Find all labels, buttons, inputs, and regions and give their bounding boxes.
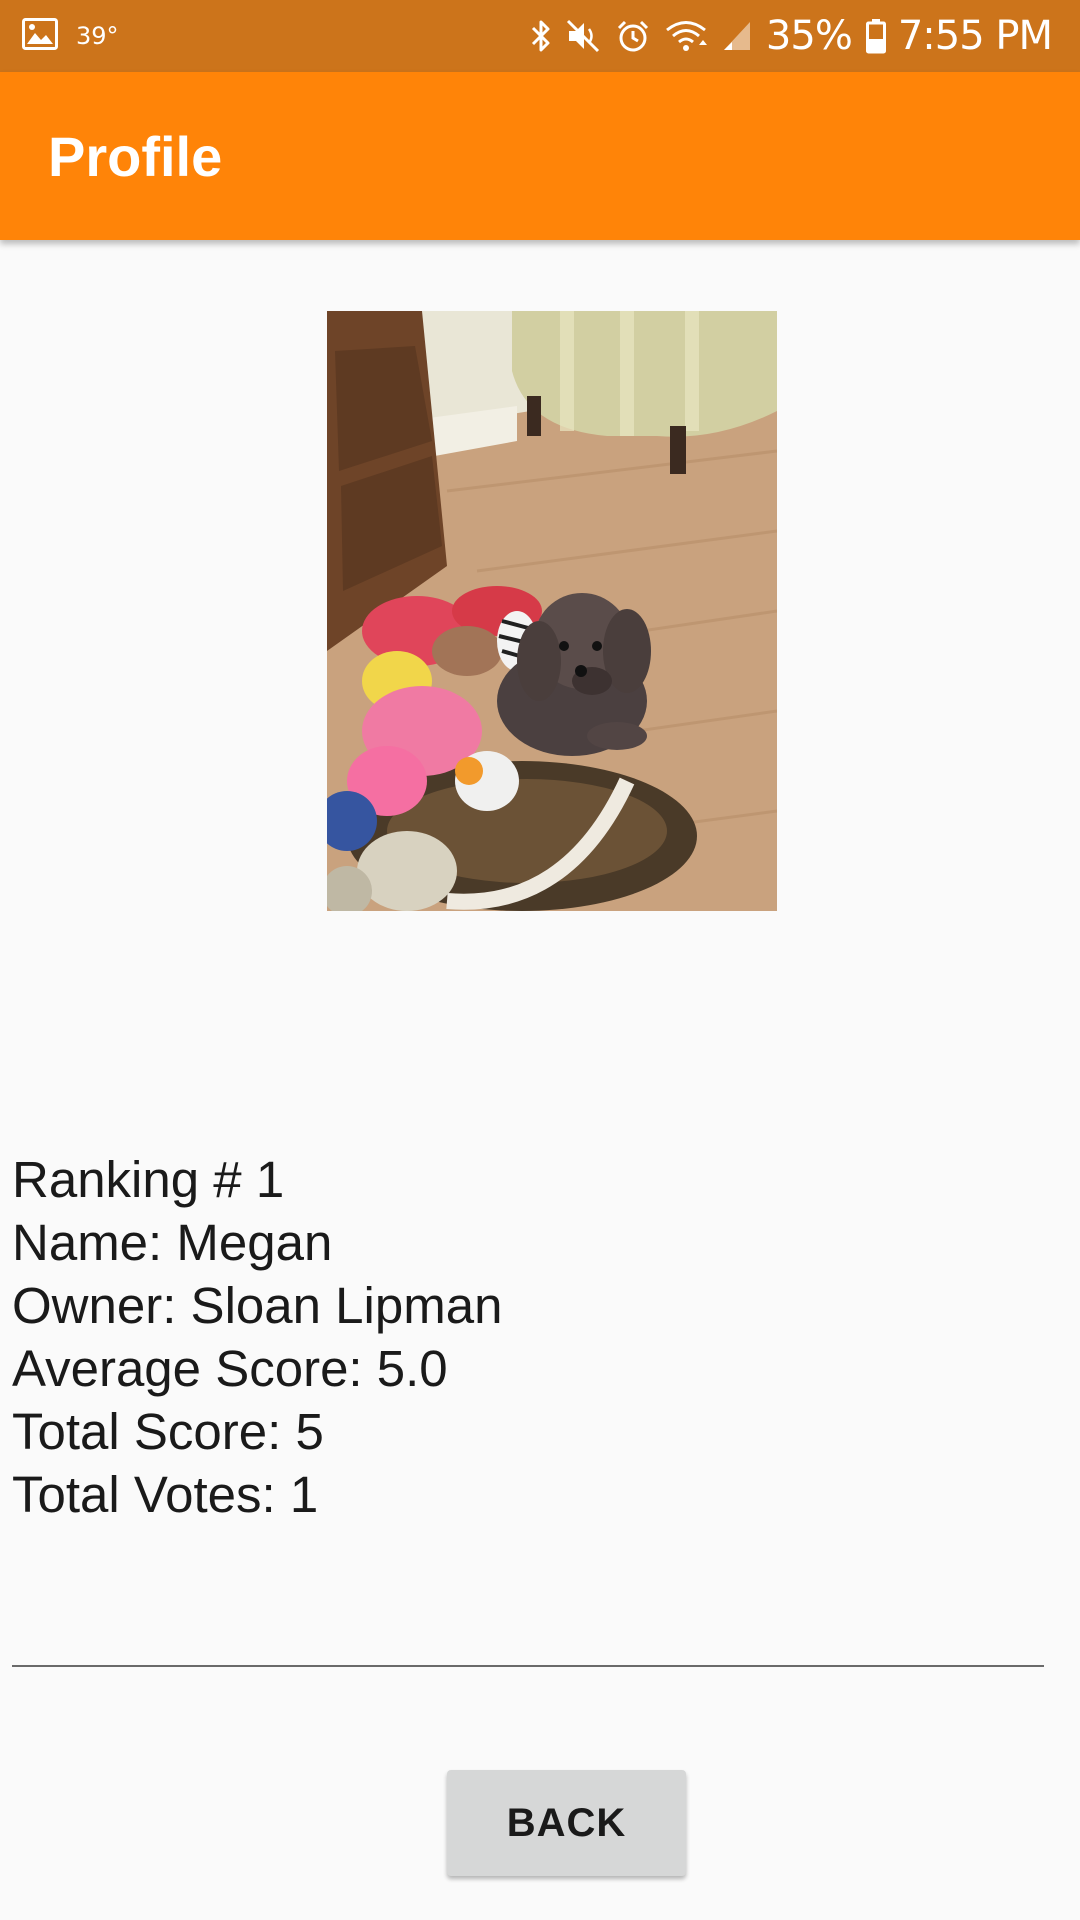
back-button[interactable]: BACK [447,1770,686,1876]
dog-photo [327,311,777,911]
owner-text: Owner: Sloan Lipman [12,1277,503,1334]
status-time: 7:55 PM [897,13,1053,59]
battery-icon [865,18,886,54]
average-score-text: Average Score: 5.0 [12,1340,448,1397]
status-bar: 39° 35% 7:55 PM [0,0,1080,72]
status-temperature: 39° [76,22,119,50]
gallery-icon [22,17,58,55]
total-score-text: Total Score: 5 [12,1403,324,1460]
app-bar: Profile [0,72,1080,240]
name-text: Name: Megan [12,1214,333,1271]
signal-icon [722,20,752,52]
alarm-icon [616,19,650,53]
profile-info: Ranking # 1 Name: Megan Owner: Sloan Lip… [12,1148,502,1526]
divider [12,1665,1044,1667]
bluetooth-icon [530,18,552,54]
status-right: 35% 7:55 PM [516,13,1080,59]
ranking-text: Ranking # 1 [12,1151,285,1208]
status-left: 39° [0,17,119,55]
wifi-icon [664,19,708,53]
battery-percent: 35% [765,13,853,59]
mute-icon [566,19,602,53]
page-title: Profile [48,124,223,188]
total-votes-text: Total Votes: 1 [12,1466,319,1523]
